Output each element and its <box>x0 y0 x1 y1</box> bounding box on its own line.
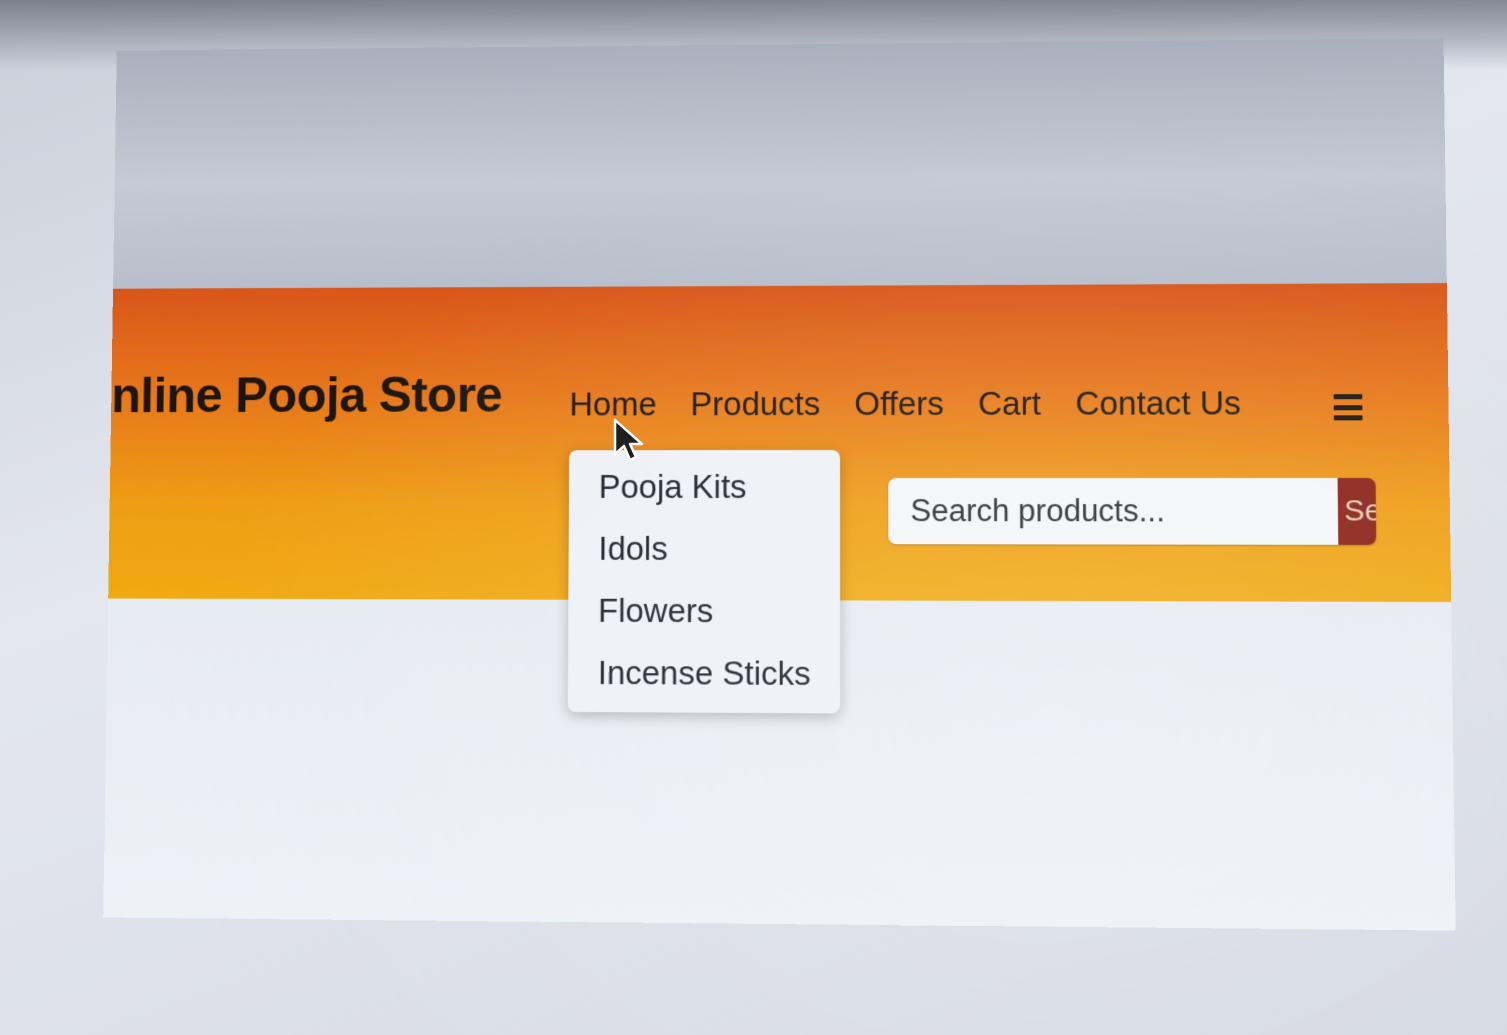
top-blank-area <box>112 38 1447 294</box>
site-brand[interactable]: nline Pooja Store <box>111 366 503 424</box>
hamburger-line <box>1333 404 1363 410</box>
dropdown-item-pooja-kits[interactable]: Pooja Kits <box>599 468 747 506</box>
dropdown-item-incense-sticks[interactable]: Incense Sticks <box>598 654 811 693</box>
hamburger-line <box>1333 394 1363 400</box>
dropdown-item-flowers[interactable]: Flowers <box>598 592 713 630</box>
browser-viewport: nline Pooja Store Home Products Offers C… <box>103 38 1456 931</box>
hamburger-menu-icon[interactable] <box>1333 394 1363 421</box>
search-input[interactable] <box>888 477 1339 545</box>
nav-item-cart[interactable]: Cart <box>978 385 1041 423</box>
home-dropdown-menu: Pooja Kits Idols Flowers Incense Sticks <box>567 449 841 714</box>
main-nav: Home Products Offers Cart Contact Us <box>569 384 1241 423</box>
mouse-pointer-icon <box>613 418 644 462</box>
hamburger-line <box>1333 415 1363 421</box>
dropdown-item-idols[interactable]: Idols <box>598 530 668 568</box>
nav-item-offers[interactable]: Offers <box>854 385 944 423</box>
photo-background: nline Pooja Store Home Products Offers C… <box>0 0 1507 1035</box>
search-form: Search <box>888 477 1377 545</box>
nav-item-products[interactable]: Products <box>690 385 820 423</box>
search-button[interactable]: Search <box>1337 477 1377 545</box>
nav-item-contact-us[interactable]: Contact Us <box>1075 384 1241 422</box>
